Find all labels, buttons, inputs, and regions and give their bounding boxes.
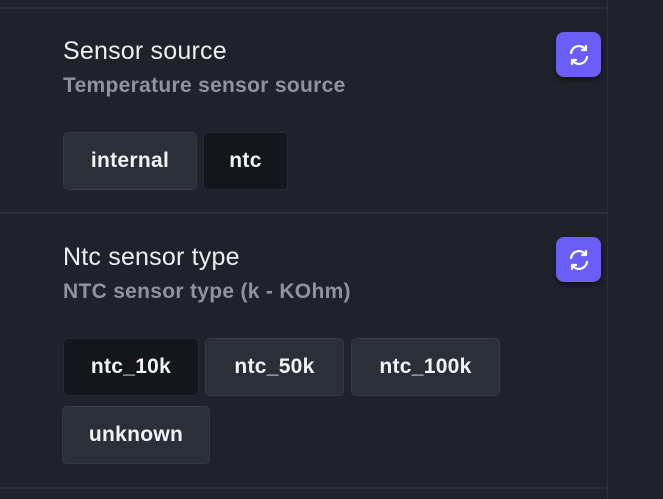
option-ntc[interactable]: ntc — [203, 132, 288, 190]
section-description: Temperature sensor source — [63, 74, 346, 97]
section-description: NTC sensor type (k - KOhm) — [63, 280, 351, 303]
section-divider — [0, 212, 607, 214]
section-title: Ntc sensor type — [63, 243, 240, 271]
option-ntc-100k[interactable]: ntc_100k — [351, 338, 500, 396]
refresh-button[interactable] — [556, 237, 601, 282]
option-ntc-10k[interactable]: ntc_10k — [63, 338, 199, 396]
option-unknown[interactable]: unknown — [62, 406, 210, 464]
refresh-icon — [567, 43, 591, 67]
bottom-divider — [0, 487, 607, 489]
settings-panel: Sensor source Temperature sensor source … — [0, 0, 608, 499]
refresh-icon — [567, 248, 591, 272]
section-title: Sensor source — [63, 37, 227, 65]
option-ntc-50k[interactable]: ntc_50k — [205, 338, 344, 396]
refresh-button[interactable] — [556, 32, 601, 77]
top-divider — [0, 7, 607, 9]
option-internal[interactable]: internal — [63, 132, 197, 190]
